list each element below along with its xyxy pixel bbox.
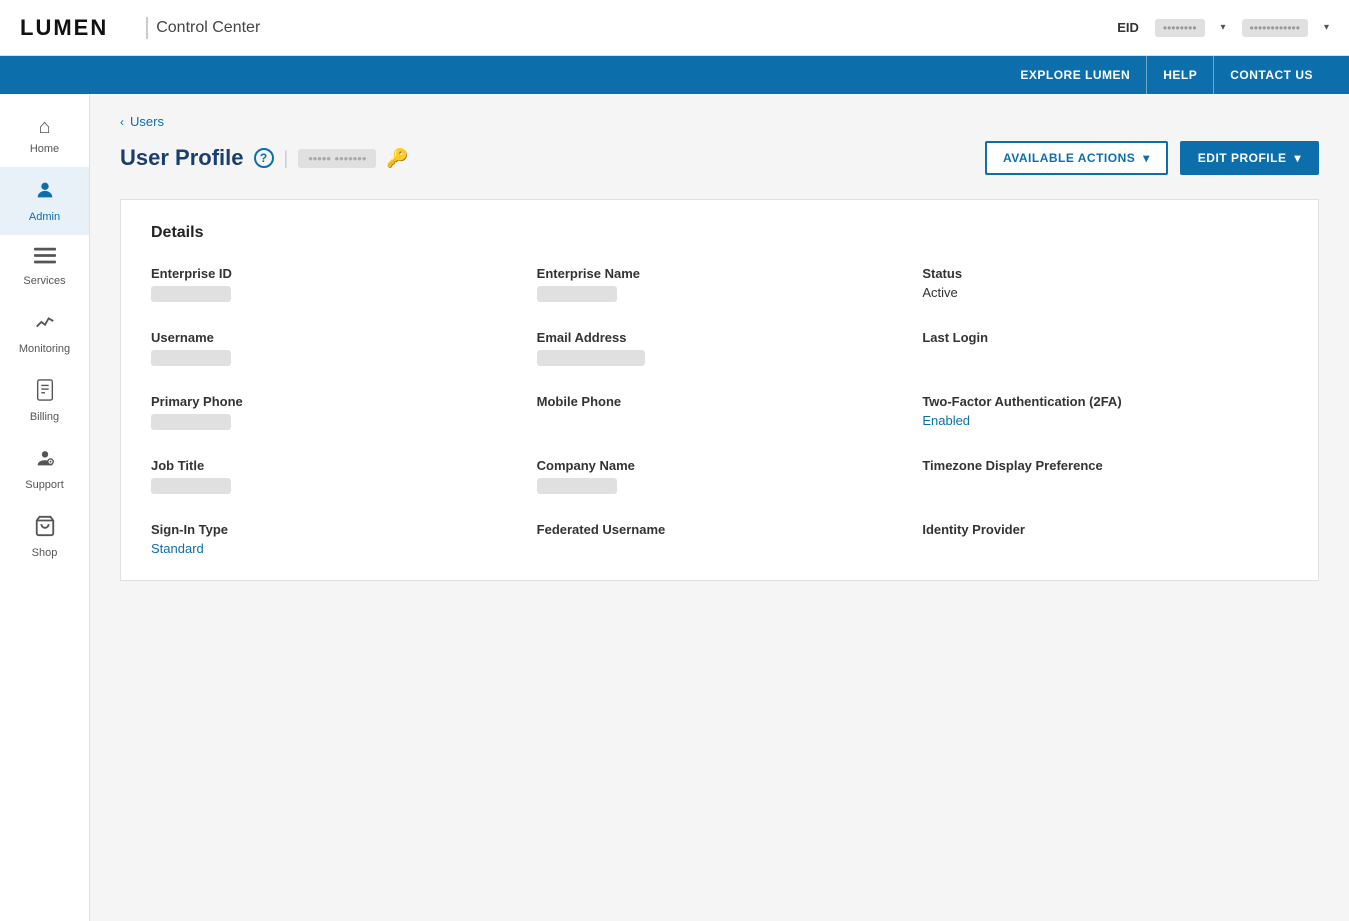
edit-profile-chevron-icon: ▾ <box>1294 151 1301 165</box>
shop-icon <box>34 515 56 543</box>
eid-label: EID <box>1117 20 1139 35</box>
field-value-1: ••••• <box>537 286 617 302</box>
main-content: ‹ Users User Profile ? | ••••• ••••••• 🔑… <box>90 94 1349 921</box>
blue-nav: EXPLORE LUMEN HELP CONTACT US <box>0 56 1349 94</box>
page-header: User Profile ? | ••••• ••••••• 🔑 AVAILAB… <box>120 141 1319 175</box>
action-buttons: AVAILABLE ACTIONS ▾ EDIT PROFILE ▾ <box>985 141 1319 175</box>
field-value-4: ••••••••••••@•••••.••• <box>537 350 645 366</box>
details-card: Details Enterprise ID •••••• Enterprise Na… <box>120 199 1319 581</box>
field-value-2: Active <box>922 285 1288 300</box>
sidebar-label-support: Support <box>25 479 64 491</box>
sidebar-item-admin[interactable]: Admin <box>0 167 89 235</box>
field-label-12: Sign-In Type <box>151 522 517 537</box>
field-label-7: Mobile Phone <box>537 394 903 409</box>
field-label-5: Last Login <box>922 330 1288 345</box>
main-layout: ⌂ Home Admin Services <box>0 94 1349 921</box>
detail-field-4: Email Address ••••••••••••@•••••.••• <box>537 330 903 366</box>
app-title: Control Center <box>156 19 260 37</box>
sidebar-item-support[interactable]: Support <box>0 435 89 503</box>
field-value-9: •••••••••• <box>151 478 231 494</box>
detail-field-12: Sign-In Type Standard <box>151 522 517 556</box>
detail-field-13: Federated Username <box>537 522 903 556</box>
help-link[interactable]: HELP <box>1147 56 1214 94</box>
field-label-11: Timezone Display Preference <box>922 458 1288 473</box>
support-icon <box>34 447 56 475</box>
sidebar-item-shop[interactable]: Shop <box>0 503 89 571</box>
sidebar-item-services[interactable]: Services <box>0 235 89 299</box>
sidebar-label-services: Services <box>23 275 65 287</box>
detail-field-2: Status Active <box>922 266 1288 302</box>
sidebar-item-home[interactable]: ⌂ Home <box>0 104 89 167</box>
field-label-1: Enterprise Name <box>537 266 903 281</box>
detail-field-10: Company Name ••••••• <box>537 458 903 494</box>
available-actions-label: AVAILABLE ACTIONS <box>1003 151 1135 165</box>
field-label-6: Primary Phone <box>151 394 517 409</box>
sidebar-label-shop: Shop <box>32 547 58 559</box>
home-icon: ⌂ <box>38 116 50 139</box>
contact-us-link[interactable]: CONTACT US <box>1214 56 1329 94</box>
detail-field-6: Primary Phone •••-••-•••• <box>151 394 517 430</box>
details-section-title: Details <box>151 224 1288 242</box>
field-value-3: •••••••••••••• <box>151 350 231 366</box>
services-icon <box>34 247 56 271</box>
sidebar-label-monitoring: Monitoring <box>19 343 70 355</box>
field-label-13: Federated Username <box>537 522 903 537</box>
back-icon: ‹ <box>120 115 124 129</box>
explore-lumen-link[interactable]: EXPLORE LUMEN <box>1004 56 1147 94</box>
details-grid: Enterprise ID •••••• Enterprise Name ••••• S… <box>151 266 1288 556</box>
detail-field-0: Enterprise ID •••••• <box>151 266 517 302</box>
edit-profile-label: EDIT PROFILE <box>1198 151 1287 165</box>
detail-field-14: Identity Provider <box>922 522 1288 556</box>
page-title: User Profile <box>120 145 244 171</box>
breadcrumb-users[interactable]: Users <box>130 114 164 129</box>
help-icon[interactable]: ? <box>254 148 274 168</box>
field-value-6: •••-••-•••• <box>151 414 231 430</box>
billing-icon <box>35 379 55 407</box>
detail-field-7: Mobile Phone <box>537 394 903 430</box>
top-header: LUMEN Control Center EID •••••••• ▾ ••••… <box>0 0 1349 56</box>
field-label-4: Email Address <box>537 330 903 345</box>
user-chevron-icon[interactable]: ▾ <box>1324 22 1329 33</box>
header-divider <box>146 17 148 39</box>
breadcrumb[interactable]: ‹ Users <box>120 114 1319 129</box>
field-label-3: Username <box>151 330 517 345</box>
field-value-8: Enabled <box>922 413 1288 428</box>
field-label-9: Job Title <box>151 458 517 473</box>
field-label-14: Identity Provider <box>922 522 1288 537</box>
sidebar-item-monitoring[interactable]: Monitoring <box>0 299 89 367</box>
sidebar-label-home: Home <box>30 143 59 155</box>
field-label-8: Two-Factor Authentication (2FA) <box>922 394 1288 409</box>
field-label-0: Enterprise ID <box>151 266 517 281</box>
profile-name: ••••• ••••••• <box>298 149 376 168</box>
detail-field-3: Username •••••••••••••• <box>151 330 517 366</box>
edit-profile-button[interactable]: EDIT PROFILE ▾ <box>1180 141 1319 175</box>
sidebar-item-billing[interactable]: Billing <box>0 367 89 435</box>
field-label-2: Status <box>922 266 1288 281</box>
eid-value: •••••••• <box>1155 19 1205 37</box>
user-name: •••••••••••• <box>1242 19 1308 37</box>
detail-field-1: Enterprise Name ••••• <box>537 266 903 302</box>
sidebar-label-billing: Billing <box>30 411 59 423</box>
header-right: EID •••••••• ▾ •••••••••••• ▾ <box>1117 19 1329 37</box>
detail-field-5: Last Login <box>922 330 1288 366</box>
field-label-10: Company Name <box>537 458 903 473</box>
key-icon[interactable]: 🔑 <box>386 148 408 169</box>
detail-field-9: Job Title •••••••••• <box>151 458 517 494</box>
field-value-0: •••••• <box>151 286 231 302</box>
field-value-10: ••••••• <box>537 478 617 494</box>
sidebar: ⌂ Home Admin Services <box>0 94 90 921</box>
detail-field-11: Timezone Display Preference <box>922 458 1288 494</box>
admin-icon <box>34 179 56 207</box>
logo: LUMEN <box>20 15 108 41</box>
monitoring-icon <box>34 311 56 339</box>
available-actions-button[interactable]: AVAILABLE ACTIONS ▾ <box>985 141 1168 175</box>
field-value-12: Standard <box>151 541 517 556</box>
available-actions-chevron-icon: ▾ <box>1143 151 1150 165</box>
detail-field-8: Two-Factor Authentication (2FA) Enabled <box>922 394 1288 430</box>
eid-chevron-icon[interactable]: ▾ <box>1221 22 1226 33</box>
title-divider: | <box>284 148 289 169</box>
page-title-group: User Profile ? | ••••• ••••••• 🔑 <box>120 145 409 171</box>
sidebar-label-admin: Admin <box>29 211 60 223</box>
